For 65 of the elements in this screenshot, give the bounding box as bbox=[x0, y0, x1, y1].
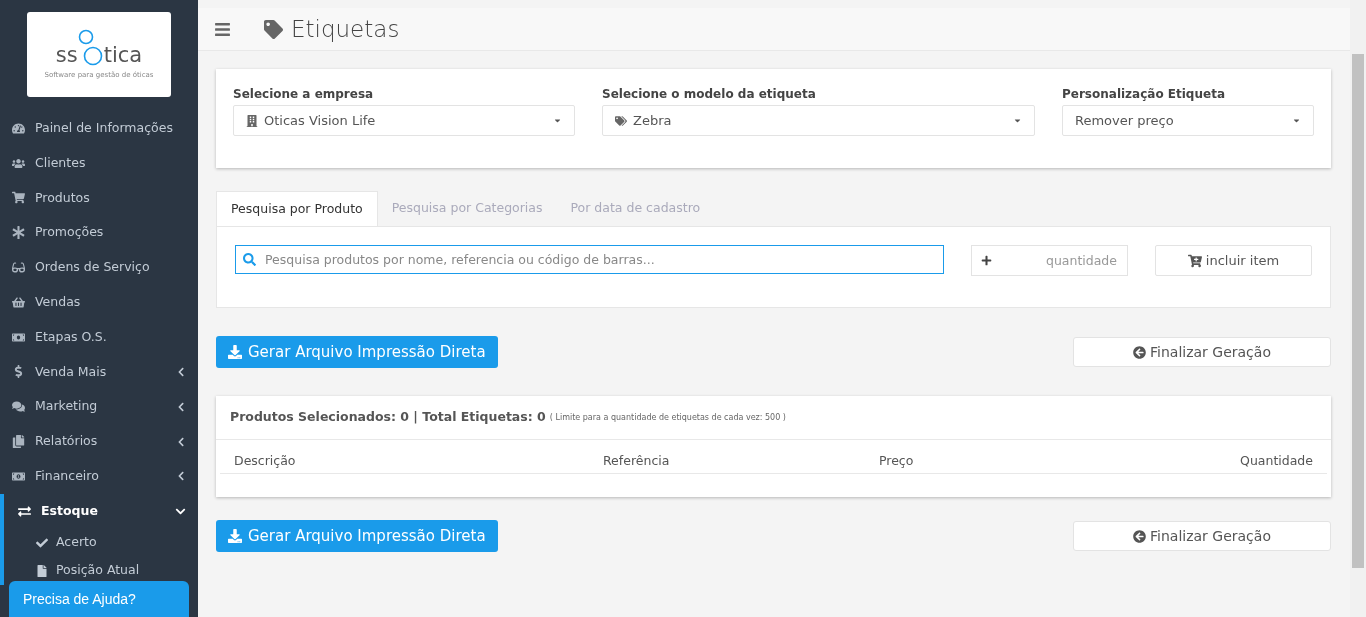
download-icon bbox=[228, 345, 242, 359]
select-field[interactable]: Zebra bbox=[602, 105, 1035, 136]
tag-icon bbox=[264, 19, 283, 39]
sidebar-item[interactable]: Produtos bbox=[0, 180, 198, 216]
sidebar-item[interactable]: Etapas O.S. bbox=[0, 319, 198, 355]
page-title: Etiquetas bbox=[291, 14, 400, 44]
back-arrow-icon bbox=[1133, 345, 1147, 359]
field-label: Selecione a empresa bbox=[233, 86, 375, 103]
tags-icon bbox=[615, 114, 627, 127]
selection-summary: Produtos Selecionados: 0 | Total Etiquetas: 0 bbox=[230, 408, 546, 427]
sidebar-item[interactable]: Clientes bbox=[0, 145, 198, 181]
arrows-icon bbox=[18, 504, 31, 518]
caret-icon bbox=[553, 116, 562, 125]
chevron-left-icon bbox=[176, 366, 186, 377]
plus-icon bbox=[981, 255, 992, 266]
cart-icon bbox=[12, 191, 25, 205]
select-field[interactable]: Oticas Vision Life bbox=[233, 105, 575, 136]
sidebar-item[interactable]: Ordens de Serviço bbox=[0, 250, 198, 285]
check-icon bbox=[36, 536, 48, 549]
dollar-icon bbox=[12, 365, 25, 379]
field-label: Personalização Etiqueta bbox=[1062, 86, 1226, 103]
sidebar-item[interactable]: Promoções bbox=[0, 215, 198, 251]
tab[interactable]: Pesquisa por Produto bbox=[216, 191, 378, 226]
search-icon bbox=[243, 253, 256, 266]
column-header: Quantidade bbox=[1240, 452, 1313, 470]
download-icon bbox=[228, 529, 242, 543]
building-icon bbox=[246, 114, 258, 127]
back-arrow-icon bbox=[1133, 529, 1147, 543]
caret-icon bbox=[1013, 116, 1022, 125]
chevron-left-icon bbox=[176, 471, 186, 482]
column-header: Descrição bbox=[234, 452, 297, 470]
asterisk-icon bbox=[12, 226, 25, 240]
chat-icon bbox=[12, 400, 25, 414]
sidebar-item[interactable]: Financeiro bbox=[0, 458, 198, 494]
dashboard-icon bbox=[12, 121, 25, 135]
sidebar-item[interactable]: Marketing bbox=[0, 389, 198, 425]
scrollbar-thumb[interactable] bbox=[1352, 54, 1364, 568]
field-label: Selecione o modelo da etiqueta bbox=[602, 86, 817, 103]
sidebar-item[interactable]: Vendas bbox=[0, 285, 198, 320]
sidebar-item[interactable]: Relatórios bbox=[0, 424, 198, 459]
logo-text: ss bbox=[55, 45, 78, 67]
finish-button[interactable]: Finalizar Geração bbox=[1073, 521, 1331, 551]
menu-icon[interactable] bbox=[214, 20, 231, 38]
finish-button[interactable]: Finalizar Geração bbox=[1073, 337, 1331, 367]
select-field[interactable]: Remover preço bbox=[1062, 105, 1314, 136]
add-item-button[interactable]: incluir item bbox=[1155, 245, 1312, 276]
sidebar-item[interactable]: Venda Mais bbox=[0, 354, 198, 390]
cart-plus-icon bbox=[1187, 253, 1202, 268]
chevron-left-icon bbox=[176, 436, 186, 447]
sidebar-item[interactable]: Painel de Informações bbox=[0, 111, 198, 146]
limit-note: ( Limite para a quantidade de etiquetas de cada vez: 500 ) bbox=[549, 411, 786, 424]
sidebar-subitem[interactable]: Acerto bbox=[0, 528, 198, 557]
search-field[interactable]: Pesquisa produtos por nome, referencia ou código de barras... bbox=[235, 245, 944, 274]
glasses-icon bbox=[12, 261, 25, 275]
file-icon bbox=[36, 564, 48, 577]
column-header: Preço bbox=[879, 452, 915, 470]
users-icon bbox=[12, 156, 25, 170]
chevron-left-icon bbox=[176, 401, 186, 412]
logo-text: tica bbox=[103, 45, 143, 67]
copy-icon bbox=[12, 435, 25, 449]
caret-icon bbox=[1292, 116, 1301, 125]
column-header: Referência bbox=[603, 452, 671, 470]
logo-rings-icon bbox=[77, 28, 104, 67]
quantity-field[interactable]: quantidade bbox=[971, 245, 1128, 276]
basket-icon bbox=[12, 295, 25, 309]
